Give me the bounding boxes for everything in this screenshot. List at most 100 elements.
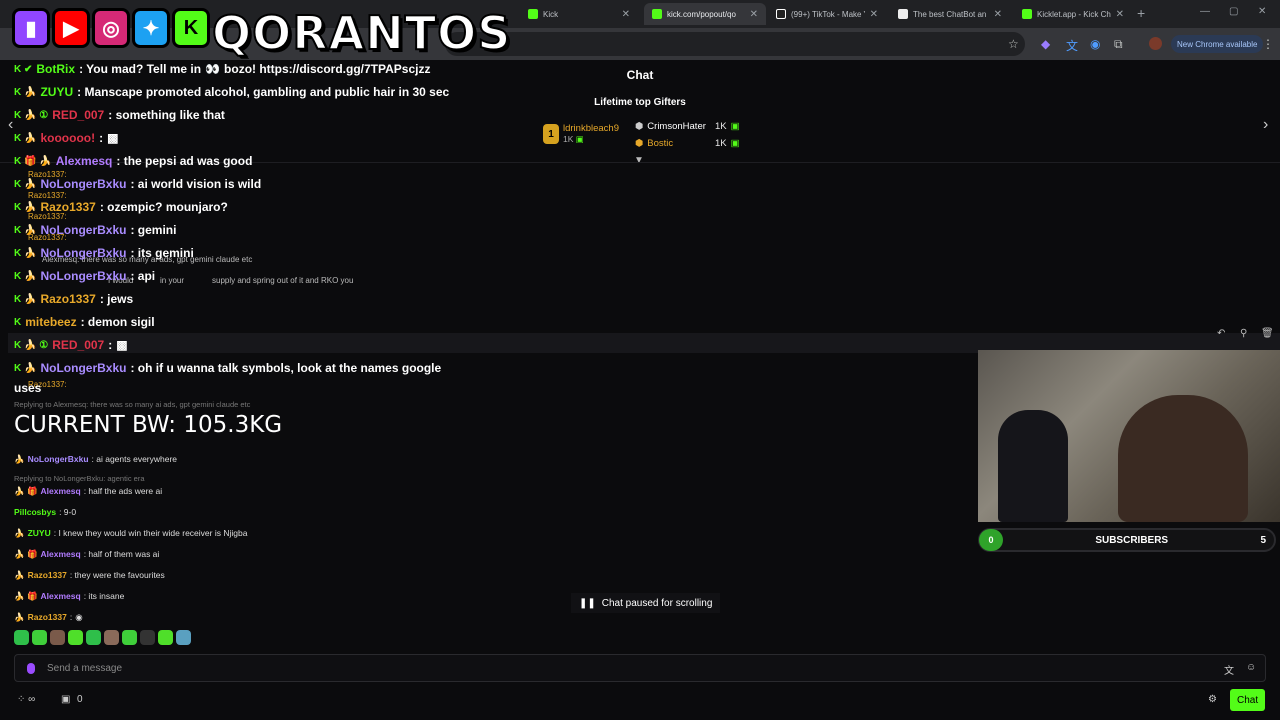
url-input[interactable] xyxy=(445,32,1025,56)
chat-message[interactable]: K 🍌 ① RED_007: ▩ xyxy=(14,338,128,352)
chat-message[interactable]: K 🍌 ① RED_007: something like that xyxy=(14,108,225,122)
chat-message[interactable]: 🍌 🎁 Alexmesq: its insane xyxy=(14,591,124,602)
emote-icon[interactable] xyxy=(122,630,137,645)
close-tab-icon[interactable]: ✕ xyxy=(750,9,758,20)
chat-message[interactable]: 🍌 Razo1337: they were the favourites xyxy=(14,570,165,581)
gift-icon: ▣ xyxy=(575,134,584,144)
chat-message[interactable]: 🍌 🎁 Alexmesq: half of them was ai xyxy=(14,549,159,560)
chat-paused-button[interactable]: ❚❚ Chat paused for scrolling xyxy=(571,593,721,613)
chevron-left-icon[interactable]: ‹ xyxy=(8,116,13,134)
close-tab-icon[interactable]: ✕ xyxy=(994,9,1002,20)
microphone-icon[interactable] xyxy=(27,662,35,674)
chat-send-button[interactable]: Chat xyxy=(1230,689,1266,711)
emote-icon[interactable] xyxy=(140,630,155,645)
kicklet-favicon-icon xyxy=(1022,9,1032,19)
close-tab-icon[interactable]: ✕ xyxy=(622,9,630,20)
extension-icon[interactable]: ◆ xyxy=(1041,37,1050,51)
audio-extension-icon[interactable]: ◉ xyxy=(1090,37,1100,51)
chat-message[interactable]: Kmitebeez: demon sigil xyxy=(14,315,155,329)
emote-icon: ▩ xyxy=(116,338,128,352)
reply-icon[interactable]: ↶ xyxy=(1217,328,1225,339)
profile-avatar[interactable] xyxy=(1149,37,1162,50)
tab-kick-popout[interactable]: kick.com/popout/qo ✕ xyxy=(644,3,766,25)
banana-badge-icon: 🍌 xyxy=(14,454,25,464)
translate-icon[interactable]: 文 xyxy=(1224,662,1234,677)
chat-message[interactable]: K 🍌 NoLongerBxku: its gemini xyxy=(14,246,194,260)
pin-icon[interactable]: ⚲ xyxy=(1240,328,1247,339)
chat-message[interactable]: K 🍌 ZUYU: Manscape promoted alcohol, gamb… xyxy=(14,85,449,99)
window-close-icon[interactable]: ✕ xyxy=(1258,6,1266,17)
gifter-name: Bostic xyxy=(647,138,674,149)
points-infinity-icon[interactable]: ⁘ ∞ xyxy=(17,694,35,705)
subs-current: 0 xyxy=(979,529,1003,551)
message-composer: 文 ☺ xyxy=(14,654,1266,682)
ghost-message: Razo1337: xyxy=(28,191,67,200)
chat-message-continued: uses xyxy=(14,381,42,395)
settings-gear-icon[interactable]: ⚙ xyxy=(1208,694,1217,705)
maximize-icon[interactable]: ▢ xyxy=(1229,6,1238,17)
twitch-icon: ▮ xyxy=(12,8,50,48)
chat-message[interactable]: K 🎁 🍌 Alexmesq: the pepsi ad was good xyxy=(14,154,252,168)
emote-icon[interactable] xyxy=(158,630,173,645)
github-favicon-icon xyxy=(898,9,908,19)
kick-badge-icon: K 🍌 ① xyxy=(14,339,49,351)
gifter-1[interactable]: 1 ldrinkbleach9 1K ▣ xyxy=(543,123,619,145)
new-chrome-button[interactable]: New Chrome available xyxy=(1171,35,1264,53)
ghost-message: in your xyxy=(160,276,185,285)
emote-icon[interactable] xyxy=(68,630,83,645)
tab-chatbot[interactable]: The best ChatBot an ✕ xyxy=(890,3,1010,25)
twitter-icon: ✦ xyxy=(132,8,170,48)
emote-icon[interactable] xyxy=(104,630,119,645)
chat-message[interactable]: K 🍌 NoLongerBxku: ai world vision is wild xyxy=(14,177,261,191)
chat-message[interactable]: 🍌 ZUYU: I knew they would win their wide … xyxy=(14,528,247,539)
emote-icon[interactable] xyxy=(50,630,65,645)
pause-icon: ❚❚ xyxy=(579,597,596,609)
chat-message[interactable]: K 🍌 Razo1337: jews xyxy=(14,292,133,306)
extensions-puzzle-icon[interactable]: ⧉ xyxy=(1114,37,1123,52)
gifter-3[interactable]: ⬢ Bostic xyxy=(635,138,673,149)
chat-message[interactable]: K 🍌 NoLongerBxku: oh if u wanna talk symb… xyxy=(14,361,441,375)
emote-icon[interactable] xyxy=(86,630,101,645)
ghost-message: supply and spring out of it and RKO you xyxy=(212,276,354,285)
expand-gifters-icon[interactable]: ▼ xyxy=(634,155,644,166)
kick-badge-icon: K 🍌 xyxy=(14,178,37,190)
chevron-right-icon[interactable]: › xyxy=(1263,116,1268,134)
reply-context: Replying to Alexmesq: there was so many … xyxy=(14,400,251,409)
new-tab-icon[interactable]: + xyxy=(1137,5,1145,21)
chat-message[interactable]: K 🍌 NoLongerBxku: api xyxy=(14,269,155,283)
emote-icon[interactable] xyxy=(176,630,191,645)
minimize-icon[interactable]: — xyxy=(1200,6,1210,17)
bookmark-star-icon[interactable]: ☆ xyxy=(1008,37,1019,51)
gifter-2[interactable]: ⬢ CrimsonHater xyxy=(635,121,706,132)
tab-kicklet[interactable]: Kicklet.app - Kick Ch ✕ xyxy=(1014,3,1132,25)
chat-message[interactable]: K 🍌 NoLongerBxku: gemini xyxy=(14,223,176,237)
close-tab-icon[interactable]: ✕ xyxy=(870,9,878,20)
translate-extension-icon[interactable]: 文 xyxy=(1066,37,1078,54)
chat-message[interactable]: 🍌 🎁 Alexmesq: half the ads were ai xyxy=(14,486,162,497)
chat-message[interactable]: K ✔ BotRix: You mad? Tell me in 👀 bozo! h… xyxy=(14,62,430,76)
chat-message[interactable]: K 🍌 Razo1337: ozempic? mounjaro? xyxy=(14,200,228,214)
emote-icon[interactable] xyxy=(32,630,47,645)
emote-icon[interactable] xyxy=(14,630,29,645)
message-input[interactable] xyxy=(47,662,1147,674)
chat-message[interactable]: 🍌 NoLongerBxku: ai agents everywhere xyxy=(14,454,177,465)
chat-message[interactable]: Pillcosbys: 9-0 xyxy=(14,507,76,517)
kick-favicon-icon xyxy=(528,9,538,19)
youtube-icon: ▶ xyxy=(52,8,90,48)
close-tab-icon[interactable]: ✕ xyxy=(1116,9,1124,20)
tab-tiktok[interactable]: (99+) TikTok - Make Y ✕ xyxy=(768,3,886,25)
gift-icon: ▣ xyxy=(730,138,740,149)
emote-icon: ▩ xyxy=(107,131,119,145)
subscriber-goal-bar: 0 SUBSCRIBERS 5 xyxy=(978,528,1276,552)
menu-kebab-icon[interactable]: ⋮ xyxy=(1262,37,1274,51)
gifter-name: ldrinkbleach9 xyxy=(563,123,619,134)
delete-icon[interactable]: 🗑 xyxy=(1261,328,1274,339)
gift-count: 0 xyxy=(77,694,83,705)
chat-message[interactable]: K 🍌 koooooo!: ▩ xyxy=(14,131,118,145)
gift-icon[interactable]: ▣ xyxy=(61,694,70,705)
tab-kick[interactable]: Kick ✕ xyxy=(520,3,638,25)
chat-popout-page: Chat ‹ › Lifetime top Gifters 1 ldrinkbl… xyxy=(0,60,1280,720)
chat-message[interactable]: 🍌 Razo1337: ◉ xyxy=(14,612,83,623)
banana-badge-icon: 🍌 🎁 xyxy=(14,486,38,496)
emoji-icon[interactable]: ☺ xyxy=(1246,662,1256,673)
